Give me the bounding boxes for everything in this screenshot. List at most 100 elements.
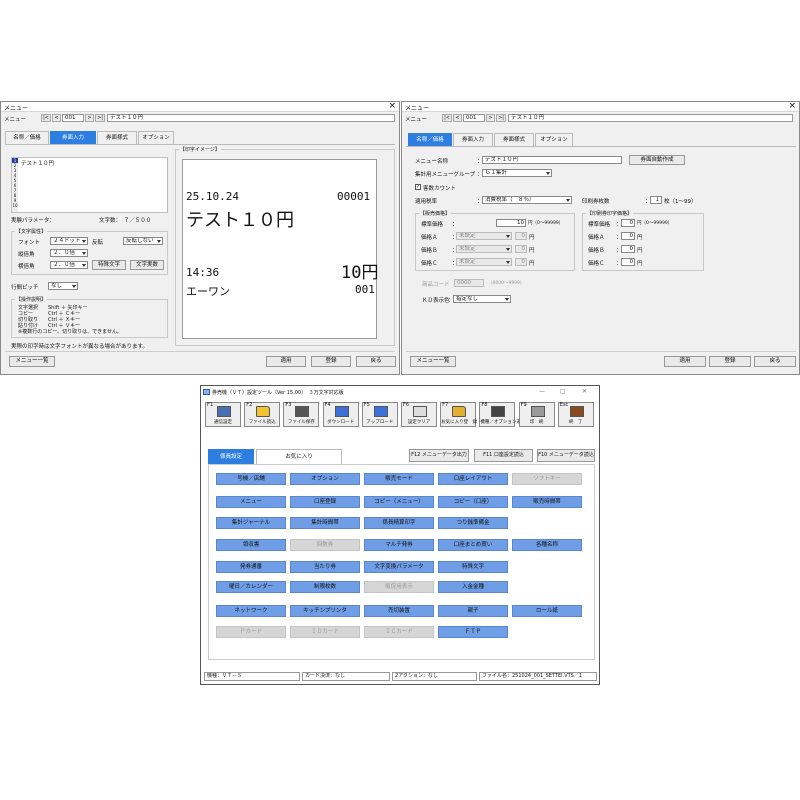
tab-options[interactable]: オプション — [535, 133, 573, 146]
nav-prev-button[interactable]: < — [453, 114, 462, 122]
settings-button-3-0[interactable]: 領収書 — [216, 539, 286, 551]
vertical-select[interactable]: ２．０倍 — [50, 249, 88, 257]
settings-button-5-0[interactable]: 曜日／カレンダー — [216, 581, 286, 593]
favorite-folder-toolbar-button[interactable]: F7 お気に入り登 録 — [440, 402, 477, 427]
horizontal-select[interactable]: ２．０倍 — [50, 261, 88, 269]
settings-button-6-2[interactable]: 売切装置 — [364, 605, 434, 617]
print-std-input[interactable]: 0 — [621, 219, 635, 227]
settings-button-7-3[interactable]: ＦＴＰ — [438, 626, 508, 638]
settings-button-4-1[interactable]: 当たり券 — [290, 561, 360, 573]
register-button[interactable]: 登録 — [311, 356, 351, 367]
print-b-input[interactable]: 0 — [621, 245, 635, 253]
print-a-input[interactable]: 0 — [621, 232, 635, 240]
settings-button-1-0[interactable]: メニュー — [216, 496, 286, 508]
pc-toolbar-button[interactable]: F1 通信設定 — [205, 402, 241, 427]
settings-button-3-2[interactable]: マルチ発券 — [364, 539, 434, 551]
settings-button-2-2[interactable]: 係員精算印字 — [364, 517, 434, 529]
disk-toolbar-button[interactable]: F3 ファイル保存 — [283, 402, 320, 427]
settings-button-7-0[interactable]: Ｐカード — [216, 626, 286, 638]
apply-button[interactable]: 適用 — [266, 356, 306, 367]
nav-last-button[interactable]: >| — [496, 114, 506, 122]
print-c-input[interactable]: 0 — [621, 258, 635, 266]
settings-button-2-1[interactable]: 集計時間帯 — [290, 517, 360, 529]
nav-last-button[interactable]: >| — [95, 114, 105, 122]
clear-toolbar-button[interactable]: F6 設定クリア — [401, 402, 437, 427]
nav-first-button[interactable]: |< — [41, 114, 51, 122]
tab-name-price[interactable]: 名称／価格 — [408, 133, 452, 146]
folder-toolbar-button[interactable]: F2 ファイル読込 — [244, 402, 281, 427]
invert-select[interactable]: 反転しない — [123, 237, 163, 245]
settings-button-0-2[interactable]: 販売モード — [364, 473, 434, 485]
settings-button-3-3[interactable]: 口座まとめ買い — [438, 539, 508, 551]
settings-button-0-1[interactable]: オプション — [290, 473, 360, 485]
price-c-select[interactable]: 未設定 — [456, 258, 512, 266]
close-icon[interactable]: × — [388, 102, 396, 111]
exit-toolbar-button[interactable]: Esc 終 了 — [557, 402, 594, 427]
account-settings-load-button[interactable]: F11 口座設定読込 — [474, 449, 533, 462]
nav-next-button[interactable]: > — [486, 114, 495, 122]
font-select[interactable]: ２４ドット — [50, 237, 88, 245]
back-button[interactable]: 戻る — [356, 356, 396, 367]
settings-button-0-3[interactable]: 口座レイアウト — [438, 473, 508, 485]
nav-number-field[interactable]: 001 — [62, 114, 84, 122]
ticket-text-editor[interactable]: 1 2 3 4 5 6 7 8 9 10 テスト１０円 — [11, 157, 168, 213]
tab-ticket-style[interactable]: 券面様式 — [494, 133, 534, 146]
price-a-input[interactable]: 0 — [515, 232, 527, 240]
tab-ticket-style[interactable]: 券面様式 — [97, 131, 137, 144]
settings-button-1-2[interactable]: コピー（メニュー） — [364, 496, 434, 508]
count-checkbox[interactable]: ✓ — [415, 184, 421, 190]
settings-button-4-0[interactable]: 発券通番 — [216, 561, 286, 573]
settings-button-1-4[interactable]: 販売時間帯 — [512, 496, 582, 508]
special-char-button[interactable]: 特殊文字 — [92, 260, 126, 270]
nav-number-field[interactable]: 001 — [463, 114, 485, 122]
price-c-input[interactable]: 0 — [515, 258, 527, 266]
tab-name-price[interactable]: 名称／価格 — [5, 131, 49, 144]
price-b-select[interactable]: 未設定 — [456, 245, 512, 253]
menu-list-button[interactable]: メニュー一覧 — [9, 356, 55, 367]
tab-staff-settings[interactable]: 係員設定 — [208, 449, 254, 464]
price-a-select[interactable]: 未設定 — [456, 232, 512, 240]
tab-favorites[interactable]: お気に入り — [256, 449, 342, 464]
download-toolbar-button[interactable]: F4 ダウンロード — [322, 402, 359, 427]
close-icon[interactable]: × — [788, 102, 796, 111]
settings-button-4-3[interactable]: 特殊文字 — [438, 561, 508, 573]
nav-next-button[interactable]: > — [85, 114, 94, 122]
apply-button[interactable]: 適用 — [664, 356, 706, 367]
tax-select[interactable]: 消費税率（ ８％） — [482, 196, 572, 204]
register-button[interactable]: 登録 — [709, 356, 751, 367]
settings-button-6-3[interactable]: 親子 — [438, 605, 508, 617]
tab-ticket-input[interactable]: 券面入力 — [453, 133, 493, 146]
settings-button-2-3[interactable]: つり銭準備金 — [438, 517, 508, 529]
settings-button-0-0[interactable]: 号機／店舗 — [216, 473, 286, 485]
auto-create-button[interactable]: 券面自動作成 — [629, 155, 685, 165]
menu-data-output-button[interactable]: F12 メニューデータ出力 — [409, 449, 469, 462]
settings-button-5-1[interactable]: 制限枚数 — [290, 581, 360, 593]
settings-button-7-1[interactable]: ＩＤカード — [290, 626, 360, 638]
line-pitch-select[interactable]: なし — [48, 282, 78, 290]
kd-select[interactable]: 指定なし — [453, 295, 511, 303]
printer-toolbar-button[interactable]: F9 印 刷 — [518, 402, 555, 427]
back-button[interactable]: 戻る — [754, 356, 796, 367]
settings-button-3-1[interactable]: 回数券 — [290, 539, 360, 551]
settings-button-7-2[interactable]: ＩＣカード — [364, 626, 434, 638]
settings-button-3-4[interactable]: 各種名称 — [512, 539, 582, 551]
settings-button-0-4[interactable]: ソフトキー — [512, 473, 582, 485]
tab-ticket-input[interactable]: 券面入力 — [50, 131, 96, 144]
settings-button-5-2[interactable]: 販促用表示 — [364, 581, 434, 593]
group-select[interactable]: Ｇ１集計 — [482, 169, 552, 177]
upload-toolbar-button[interactable]: F5 アップロード — [361, 402, 398, 427]
copies-input[interactable]: １ — [650, 196, 662, 204]
settings-button-4-2[interactable]: 文字変換パラメータ — [364, 561, 434, 573]
settings-button-1-3[interactable]: コピー（口座） — [438, 496, 508, 508]
tab-options[interactable]: オプション — [138, 131, 174, 144]
menu-list-button[interactable]: メニュー一覧 — [410, 356, 456, 367]
std-price-input[interactable]: 10 — [496, 219, 526, 227]
select-toolbar-button[interactable]: F8 機種／オプション選択 — [479, 402, 525, 427]
nav-first-button[interactable]: |< — [442, 114, 452, 122]
product-code-input[interactable]: 0000 — [454, 279, 484, 287]
settings-button-6-1[interactable]: キッチンプリンタ — [290, 605, 360, 617]
settings-button-5-3[interactable]: 入金金種 — [438, 581, 508, 593]
char-real-button[interactable]: 文字実数 — [130, 260, 164, 270]
settings-button-6-4[interactable]: ロール紙 — [512, 605, 582, 617]
settings-button-1-1[interactable]: 口座登録 — [290, 496, 360, 508]
